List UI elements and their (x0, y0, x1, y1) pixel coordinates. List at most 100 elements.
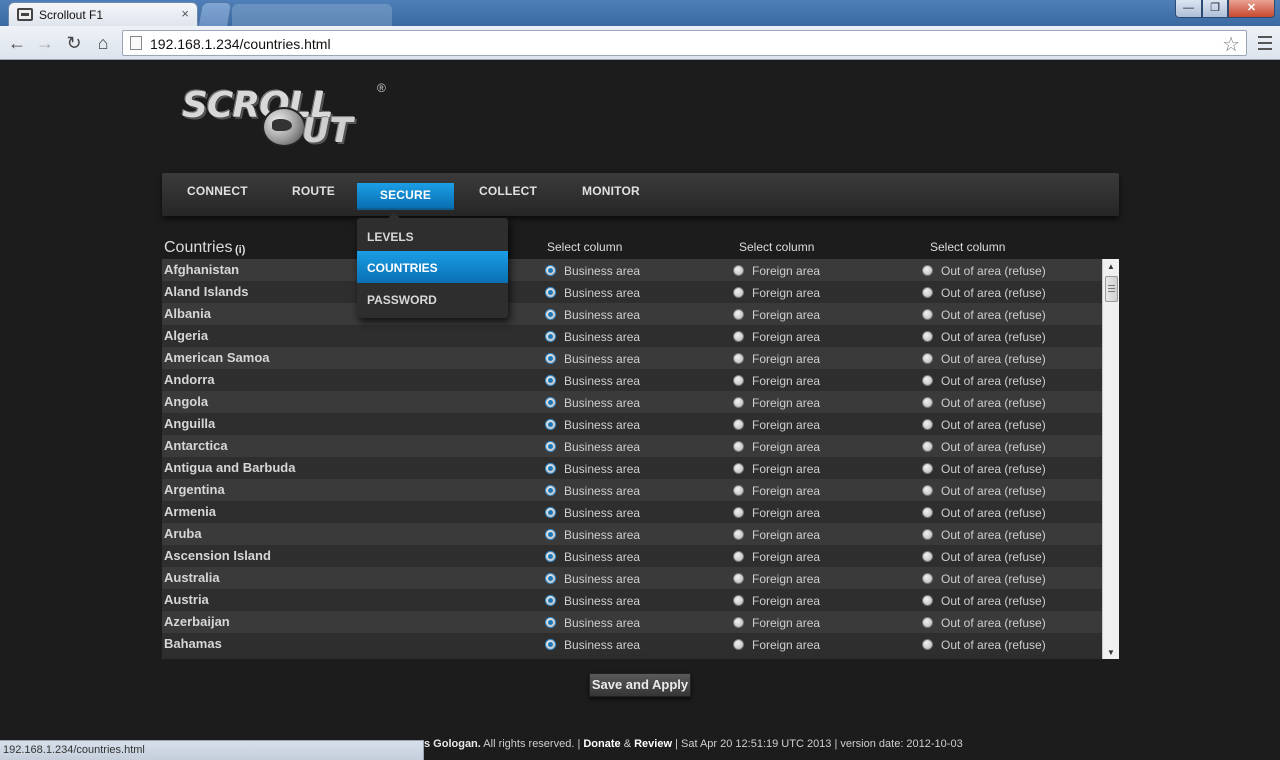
radio-button[interactable] (922, 529, 933, 540)
radio-label: Out of area (refuse) (941, 352, 1046, 366)
radio-button[interactable] (733, 463, 744, 474)
forward-arrow-icon[interactable]: → (34, 32, 56, 54)
radio-button[interactable] (545, 375, 556, 386)
table-row: Albania Business area Foreign area Out of a… (162, 303, 1102, 325)
radio-button[interactable] (545, 397, 556, 408)
radio-button[interactable] (922, 287, 933, 298)
radio-button[interactable] (733, 287, 744, 298)
radio-button[interactable] (922, 595, 933, 606)
tab-close-icon[interactable]: × (181, 6, 189, 21)
radio-button[interactable] (922, 265, 933, 276)
radio-button[interactable] (922, 353, 933, 364)
radio-button[interactable] (733, 309, 744, 320)
address-bar[interactable]: 192.168.1.234/countries.html ☆ (122, 30, 1247, 56)
list-scrollbar[interactable]: ▲ ▼ (1102, 259, 1119, 659)
countries-list[interactable]: Afghanistan Business area Foreign area Out … (162, 259, 1119, 659)
radio-button[interactable] (922, 573, 933, 584)
radio-button[interactable] (545, 573, 556, 584)
radio-button[interactable] (733, 331, 744, 342)
radio-button[interactable] (545, 419, 556, 430)
donate-link[interactable]: Donate (583, 738, 620, 750)
nav-monitor[interactable]: MONITOR (582, 184, 640, 210)
radio-button[interactable] (545, 353, 556, 364)
info-icon[interactable]: (i) (235, 244, 245, 256)
radio-button[interactable] (733, 595, 744, 606)
reload-icon[interactable]: ↻ (63, 32, 85, 54)
footer: s Gologan. All rights reserved. | Donate… (424, 738, 963, 750)
radio-button[interactable] (545, 287, 556, 298)
radio-button[interactable] (922, 375, 933, 386)
nav-collect[interactable]: COLLECT (479, 184, 537, 210)
radio-label: Out of area (refuse) (941, 462, 1046, 476)
radio-button[interactable] (922, 309, 933, 320)
radio-button[interactable] (922, 485, 933, 496)
window-maximize-button[interactable]: ❐ (1202, 0, 1228, 18)
radio-label: Out of area (refuse) (941, 330, 1046, 344)
scroll-up-arrow-icon[interactable]: ▲ (1107, 262, 1115, 271)
nav-secure[interactable]: SECURE (357, 183, 454, 210)
scroll-down-arrow-icon[interactable]: ▼ (1107, 648, 1115, 657)
radio-button[interactable] (922, 331, 933, 342)
page-icon (130, 36, 142, 50)
radio-button[interactable] (545, 551, 556, 562)
window-minimize-button[interactable]: — (1175, 0, 1202, 18)
radio-button[interactable] (545, 507, 556, 518)
address-bar-url[interactable]: 192.168.1.234/countries.html (150, 36, 331, 52)
save-and-apply-button[interactable]: Save and Apply (589, 673, 691, 697)
radio-button[interactable] (733, 265, 744, 276)
radio-button[interactable] (733, 639, 744, 650)
radio-button[interactable] (922, 551, 933, 562)
radio-button[interactable] (545, 485, 556, 496)
scroll-thumb[interactable] (1105, 276, 1118, 302)
radio-button[interactable] (545, 639, 556, 650)
country-name: Bahamas (164, 636, 222, 651)
home-icon[interactable]: ⌂ (92, 32, 114, 54)
radio-button[interactable] (922, 441, 933, 452)
tab-scrollout[interactable]: Scrollout F1 × (8, 2, 198, 26)
radio-button[interactable] (733, 397, 744, 408)
radio-button[interactable] (733, 617, 744, 628)
radio-button[interactable] (922, 419, 933, 430)
select-column-out-of-area[interactable]: Select column (930, 240, 1005, 254)
radio-button[interactable] (733, 353, 744, 364)
menu-item-password[interactable]: PASSWORD (357, 283, 508, 315)
star-icon[interactable]: ☆ (1222, 32, 1240, 57)
radio-label: Out of area (refuse) (941, 308, 1046, 322)
radio-button[interactable] (922, 617, 933, 628)
radio-button[interactable] (545, 441, 556, 452)
radio-button[interactable] (733, 507, 744, 518)
new-tab-button[interactable] (197, 2, 233, 26)
nav-connect[interactable]: CONNECT (187, 184, 248, 210)
radio-button[interactable] (733, 375, 744, 386)
menu-item-countries[interactable]: COUNTRIES (357, 251, 508, 283)
radio-button[interactable] (545, 265, 556, 276)
radio-button[interactable] (545, 331, 556, 342)
radio-button[interactable] (545, 595, 556, 606)
menu-item-levels[interactable]: LEVELS (357, 220, 508, 252)
radio-button[interactable] (733, 485, 744, 496)
radio-button[interactable] (733, 529, 744, 540)
radio-button[interactable] (733, 419, 744, 430)
radio-button[interactable] (545, 309, 556, 320)
review-link[interactable]: Review (634, 738, 672, 750)
radio-button[interactable] (922, 397, 933, 408)
radio-button[interactable] (733, 441, 744, 452)
radio-button[interactable] (922, 507, 933, 518)
radio-button[interactable] (922, 463, 933, 474)
radio-button[interactable] (922, 639, 933, 650)
radio-button[interactable] (545, 463, 556, 474)
wrench-icon[interactable] (1254, 32, 1276, 54)
radio-button[interactable] (545, 617, 556, 628)
radio-button[interactable] (733, 551, 744, 562)
select-column-business[interactable]: Select column (547, 240, 622, 254)
select-column-foreign[interactable]: Select column (739, 240, 814, 254)
radio-label: Foreign area (752, 638, 821, 652)
table-row: American Samoa Business area Foreign area O… (162, 347, 1102, 369)
radio-button[interactable] (733, 573, 744, 584)
back-arrow-icon[interactable]: ← (6, 32, 28, 54)
radio-label: Out of area (refuse) (941, 286, 1046, 300)
radio-button[interactable] (545, 529, 556, 540)
radio-label: Business area (564, 616, 641, 630)
nav-route[interactable]: ROUTE (292, 184, 335, 210)
window-close-button[interactable]: ✕ (1228, 0, 1275, 18)
